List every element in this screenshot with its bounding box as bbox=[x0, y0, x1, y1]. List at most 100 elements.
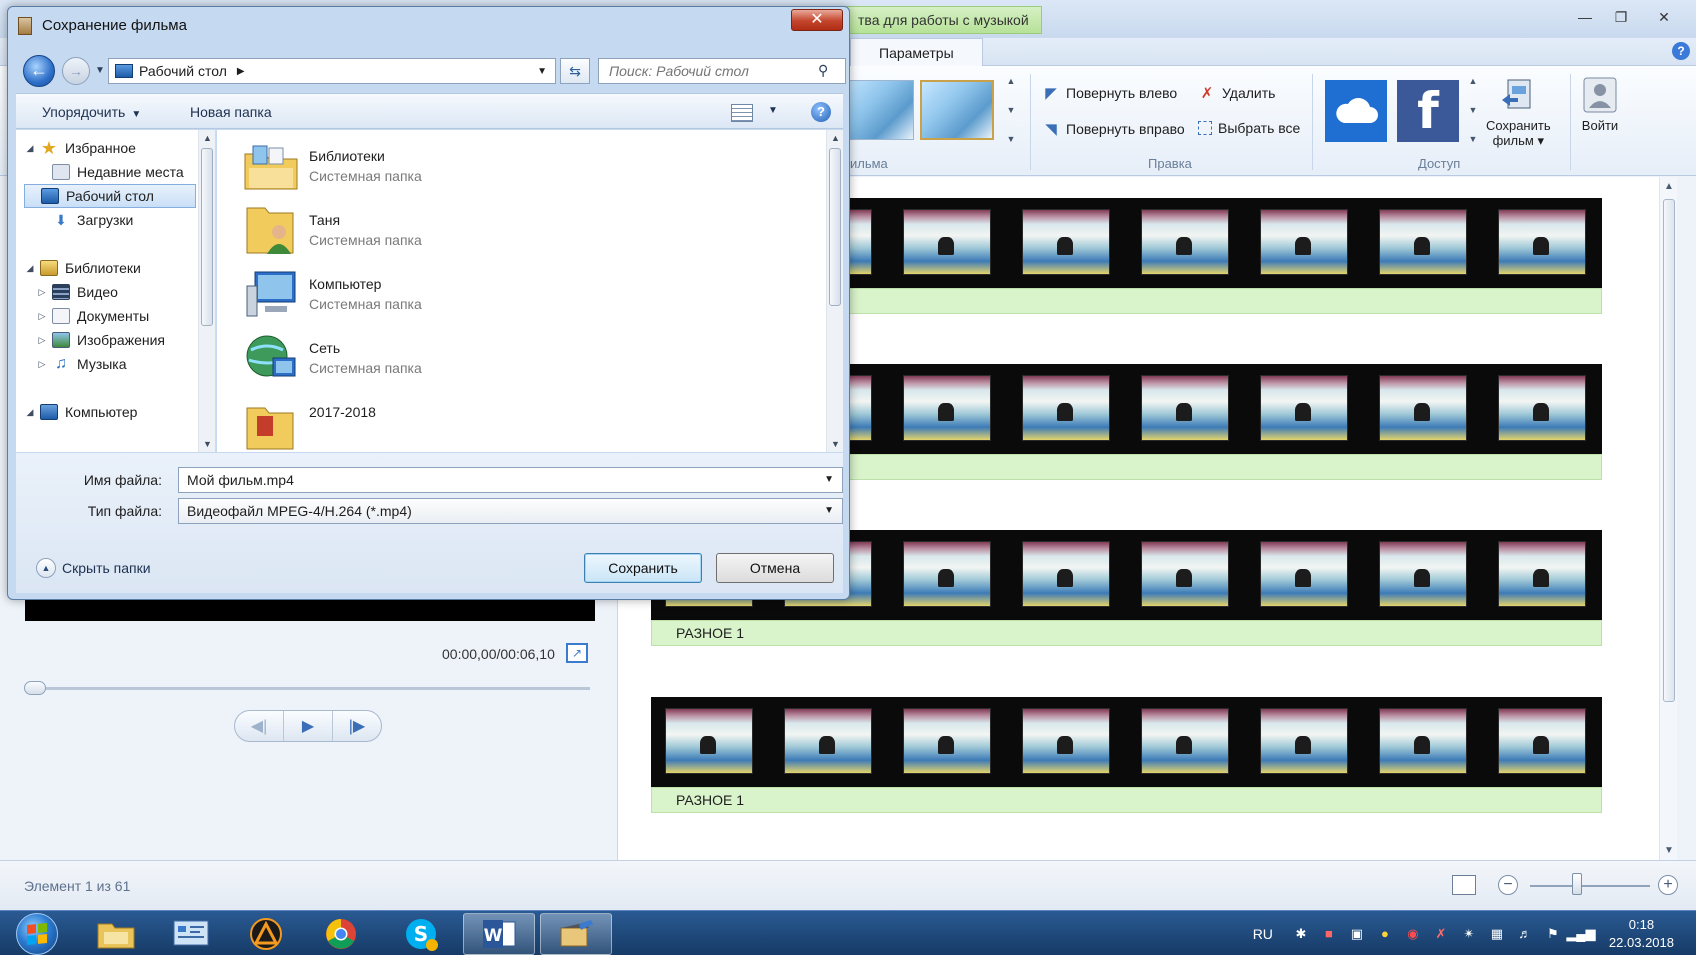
filmstrip[interactable] bbox=[651, 697, 1602, 787]
theme-thumbnail[interactable] bbox=[840, 80, 914, 140]
list-item[interactable]: Таня Системная папка bbox=[243, 200, 763, 264]
back-button[interactable]: ← bbox=[23, 55, 55, 87]
expand-arrow-icon[interactable]: ▷ bbox=[36, 359, 48, 370]
expand-arrow-icon[interactable]: ◢ bbox=[24, 143, 36, 154]
next-frame-button[interactable]: |▶ bbox=[333, 711, 381, 741]
breadcrumb-desktop[interactable]: Рабочий стол bbox=[139, 63, 227, 79]
seek-track[interactable] bbox=[27, 687, 590, 690]
search-icon[interactable]: ⚲ bbox=[818, 62, 836, 80]
nav-item-downloads[interactable]: ⬇ Загрузки bbox=[36, 208, 216, 232]
taskbar-chrome[interactable] bbox=[305, 913, 377, 955]
help-icon[interactable]: ? bbox=[811, 102, 831, 122]
language-indicator[interactable]: RU bbox=[1253, 926, 1273, 942]
zoom-track[interactable] bbox=[1530, 885, 1650, 887]
scroll-down-icon[interactable]: ▼ bbox=[831, 439, 840, 449]
tray-app-icon[interactable]: ▦ bbox=[1487, 924, 1507, 944]
scroll-thumb[interactable] bbox=[201, 148, 213, 326]
expand-arrow-icon[interactable]: ▷ bbox=[36, 287, 48, 298]
dialog-close-button[interactable]: ✕ bbox=[791, 9, 843, 31]
view-dropdown-icon[interactable]: ▼ bbox=[768, 105, 778, 116]
taskbar-word[interactable]: W bbox=[463, 913, 535, 955]
share-gallery-scroll[interactable]: ▲ ▼ ▼ bbox=[1466, 76, 1480, 144]
clock[interactable]: 0:18 22.03.2018 bbox=[1609, 916, 1674, 952]
clip-caption[interactable]: РАЗНОЕ 1 bbox=[651, 620, 1602, 646]
action-center-flag-icon[interactable]: ⚑ bbox=[1543, 924, 1563, 944]
sign-in-button[interactable]: Войти bbox=[1580, 76, 1620, 133]
refresh-button[interactable]: ⇆ bbox=[560, 58, 590, 84]
nav-item-images[interactable]: ▷ Изображения bbox=[36, 328, 216, 352]
search-input[interactable] bbox=[598, 58, 846, 84]
nav-item-video[interactable]: ▷ Видео bbox=[36, 280, 216, 304]
expand-arrow-icon[interactable]: ◢ bbox=[24, 407, 36, 418]
onedrive-share-button[interactable] bbox=[1325, 80, 1387, 142]
list-item[interactable]: Сеть Системная папка bbox=[243, 328, 763, 392]
filename-input[interactable]: Мой фильм.mp4 ▼ bbox=[178, 467, 843, 493]
tray-app-icon[interactable]: ◉ bbox=[1403, 924, 1423, 944]
expand-arrow-icon[interactable]: ▷ bbox=[36, 311, 48, 322]
theme-thumbnail-selected[interactable] bbox=[920, 80, 994, 140]
recent-locations-dropdown[interactable]: ▼ bbox=[95, 65, 105, 76]
restore-button[interactable]: ❐ bbox=[1606, 6, 1636, 28]
tray-app-icon[interactable]: ● bbox=[1375, 924, 1395, 944]
chevron-down-icon[interactable]: ▼ bbox=[824, 499, 834, 523]
new-folder-button[interactable]: Новая папка bbox=[190, 94, 272, 130]
nav-item-documents[interactable]: ▷ Документы bbox=[36, 304, 216, 328]
nav-item-favorites[interactable]: ◢ ★ Избранное bbox=[24, 136, 204, 160]
taskbar-avast[interactable] bbox=[230, 913, 302, 955]
save-movie-ribbon-button[interactable]: Сохранить фильм ▾ bbox=[1486, 76, 1551, 148]
zoom-in-button[interactable]: + bbox=[1658, 875, 1678, 895]
scroll-down-icon[interactable]: ▼ bbox=[203, 439, 212, 449]
save-button[interactable]: Сохранить bbox=[584, 553, 702, 583]
scroll-up-icon[interactable]: ▲ bbox=[1664, 181, 1674, 192]
nav-item-recent[interactable]: Недавние места bbox=[36, 160, 216, 184]
nav-item-desktop[interactable]: Рабочий стол bbox=[24, 184, 196, 208]
address-dropdown-icon[interactable]: ▼ bbox=[537, 66, 547, 77]
start-button[interactable] bbox=[16, 913, 58, 955]
context-tab-music-tools[interactable]: тва для работы с музыкой bbox=[845, 6, 1042, 34]
address-bar[interactable]: Рабочий стол ▶ ▼ bbox=[108, 58, 556, 84]
taskbar-explorer[interactable] bbox=[80, 913, 152, 955]
volume-icon[interactable]: ♬ bbox=[1515, 924, 1535, 944]
select-all-button[interactable]: Выбрать все bbox=[1198, 120, 1300, 136]
bluetooth-icon[interactable]: ✴ bbox=[1459, 924, 1479, 944]
tab-options[interactable]: Параметры bbox=[850, 38, 983, 66]
scroll-up-icon[interactable]: ▲ bbox=[831, 133, 840, 143]
file-list-scrollbar[interactable]: ▲ ▼ bbox=[826, 130, 843, 452]
facebook-share-button[interactable]: f bbox=[1397, 80, 1459, 142]
nav-item-computer[interactable]: ◢ Компьютер bbox=[24, 400, 204, 424]
zoom-out-button[interactable]: − bbox=[1498, 875, 1518, 895]
breadcrumb-chevron-icon[interactable]: ▶ bbox=[237, 66, 245, 77]
network-signal-icon[interactable]: ▂▄▆ bbox=[1566, 924, 1595, 944]
nav-item-music[interactable]: ▷ ♫ Музыка bbox=[36, 352, 216, 376]
video-preview[interactable] bbox=[25, 597, 595, 621]
scroll-down-icon[interactable]: ▼ bbox=[1664, 845, 1674, 856]
rotate-left-button[interactable]: ◤ Повернуть влево bbox=[1042, 84, 1177, 102]
forward-button[interactable]: → bbox=[62, 57, 90, 85]
zoom-thumb[interactable] bbox=[1572, 873, 1582, 895]
minimize-button[interactable]: — bbox=[1570, 6, 1600, 28]
view-options-icon[interactable] bbox=[731, 104, 753, 122]
scroll-thumb[interactable] bbox=[829, 148, 841, 306]
filetype-select[interactable]: Видеофайл MPEG-4/H.264 (*.mp4) ▼ bbox=[178, 498, 843, 524]
tray-app-icon[interactable]: ✱ bbox=[1291, 924, 1311, 944]
rotate-right-button[interactable]: ◥ Повернуть вправо bbox=[1042, 120, 1184, 138]
delete-button[interactable]: ✗ Удалить bbox=[1198, 84, 1276, 102]
storyboard-scrollbar[interactable]: ▲ ▼ bbox=[1659, 177, 1677, 860]
tray-app-icon[interactable]: ✗ bbox=[1431, 924, 1451, 944]
seek-thumb[interactable] bbox=[24, 681, 46, 695]
previous-frame-button[interactable]: ◀| bbox=[235, 711, 283, 741]
list-item[interactable]: 2017-2018 bbox=[243, 392, 763, 456]
taskbar-movie-maker[interactable] bbox=[540, 913, 612, 955]
nav-item-libraries[interactable]: ◢ Библиотеки bbox=[24, 256, 204, 280]
list-item[interactable]: Компьютер Системная папка bbox=[243, 264, 763, 328]
hide-folders-button[interactable]: ▲ Скрыть папки bbox=[36, 558, 151, 578]
chevron-down-icon[interactable]: ▼ bbox=[824, 468, 834, 492]
expand-arrow-icon[interactable]: ▷ bbox=[36, 335, 48, 346]
aspect-ratio-icon[interactable] bbox=[1452, 875, 1476, 895]
taskbar-control-panel[interactable] bbox=[155, 913, 227, 955]
help-icon[interactable]: ? bbox=[1672, 42, 1690, 60]
list-item[interactable]: Библиотеки Системная папка bbox=[243, 136, 763, 200]
gallery-scroll[interactable]: ▲ ▼ ▼ bbox=[1004, 76, 1018, 144]
organize-button[interactable]: Упорядочить ▼ bbox=[42, 94, 141, 130]
clip-row[interactable]: РАЗНОЕ 1 bbox=[651, 697, 1602, 813]
